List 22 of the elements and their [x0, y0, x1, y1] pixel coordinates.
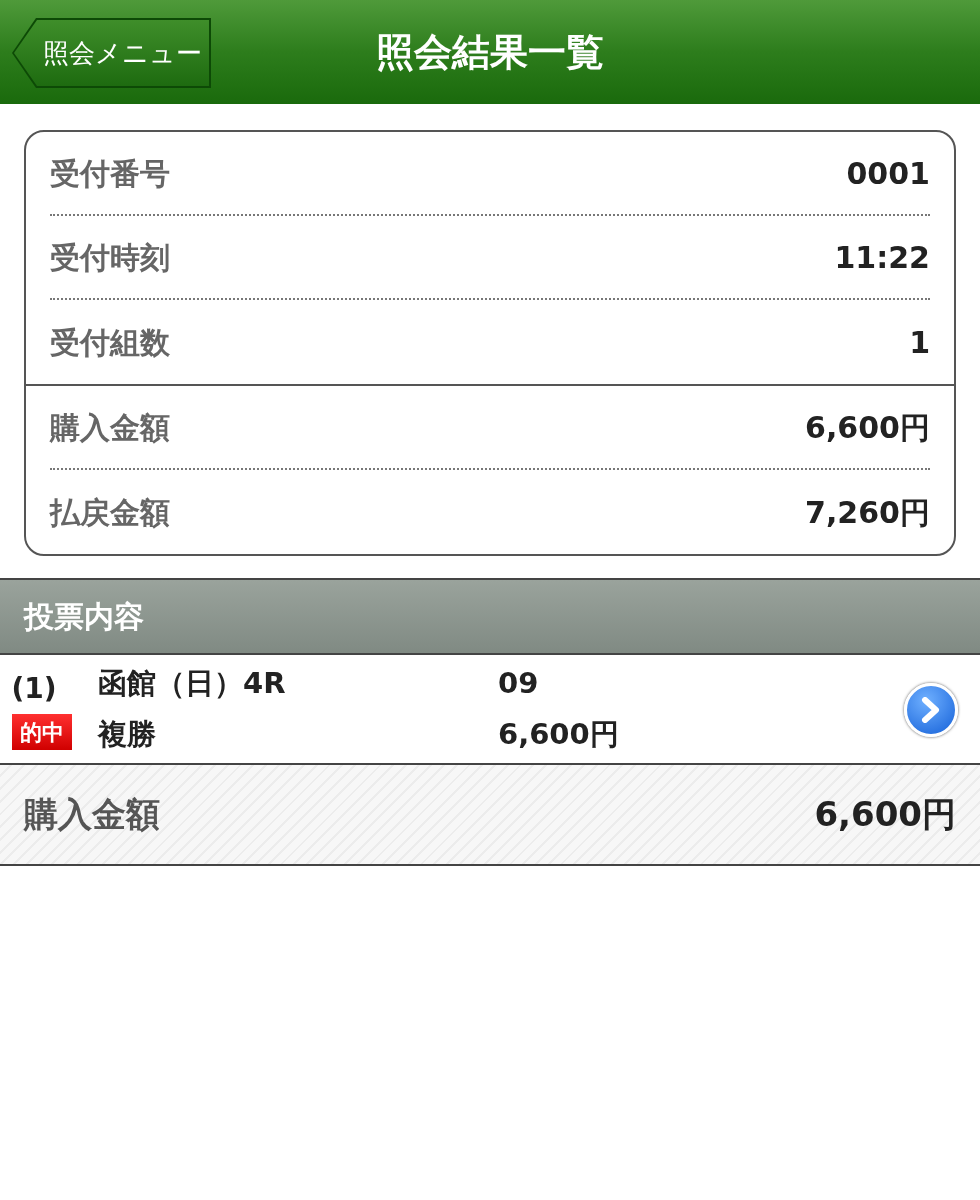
summary-label: 受付番号 [50, 154, 170, 193]
total-value: 6,600円 [814, 793, 956, 836]
bet-type: 複勝 [98, 716, 157, 753]
hit-badge: 的中 [12, 714, 72, 750]
summary-label: 購入金額 [50, 408, 170, 447]
chevron-right-icon[interactable] [904, 683, 958, 737]
screen-title: 照会結果一覧 [376, 28, 604, 76]
summary-value: 1 [909, 323, 930, 362]
bet-amount: 6,600円 [498, 716, 619, 753]
summary-value: 0001 [846, 154, 930, 193]
back-button[interactable]: 照会メニュー [14, 20, 209, 86]
selection-number: 09 [498, 664, 540, 702]
summary-value: 11:22 [834, 238, 930, 277]
race-name: 函館（日）4R [98, 664, 287, 702]
summary-label: 払戻金額 [50, 493, 170, 532]
total-label: 購入金額 [24, 793, 160, 836]
section-title: 投票内容 [24, 598, 144, 636]
summary-value: 7,260円 [805, 493, 930, 532]
summary-value: 6,600円 [805, 408, 930, 447]
bet-number: (1) [11, 671, 57, 707]
summary-label: 受付組数 [50, 323, 170, 362]
summary-label: 受付時刻 [50, 238, 170, 277]
